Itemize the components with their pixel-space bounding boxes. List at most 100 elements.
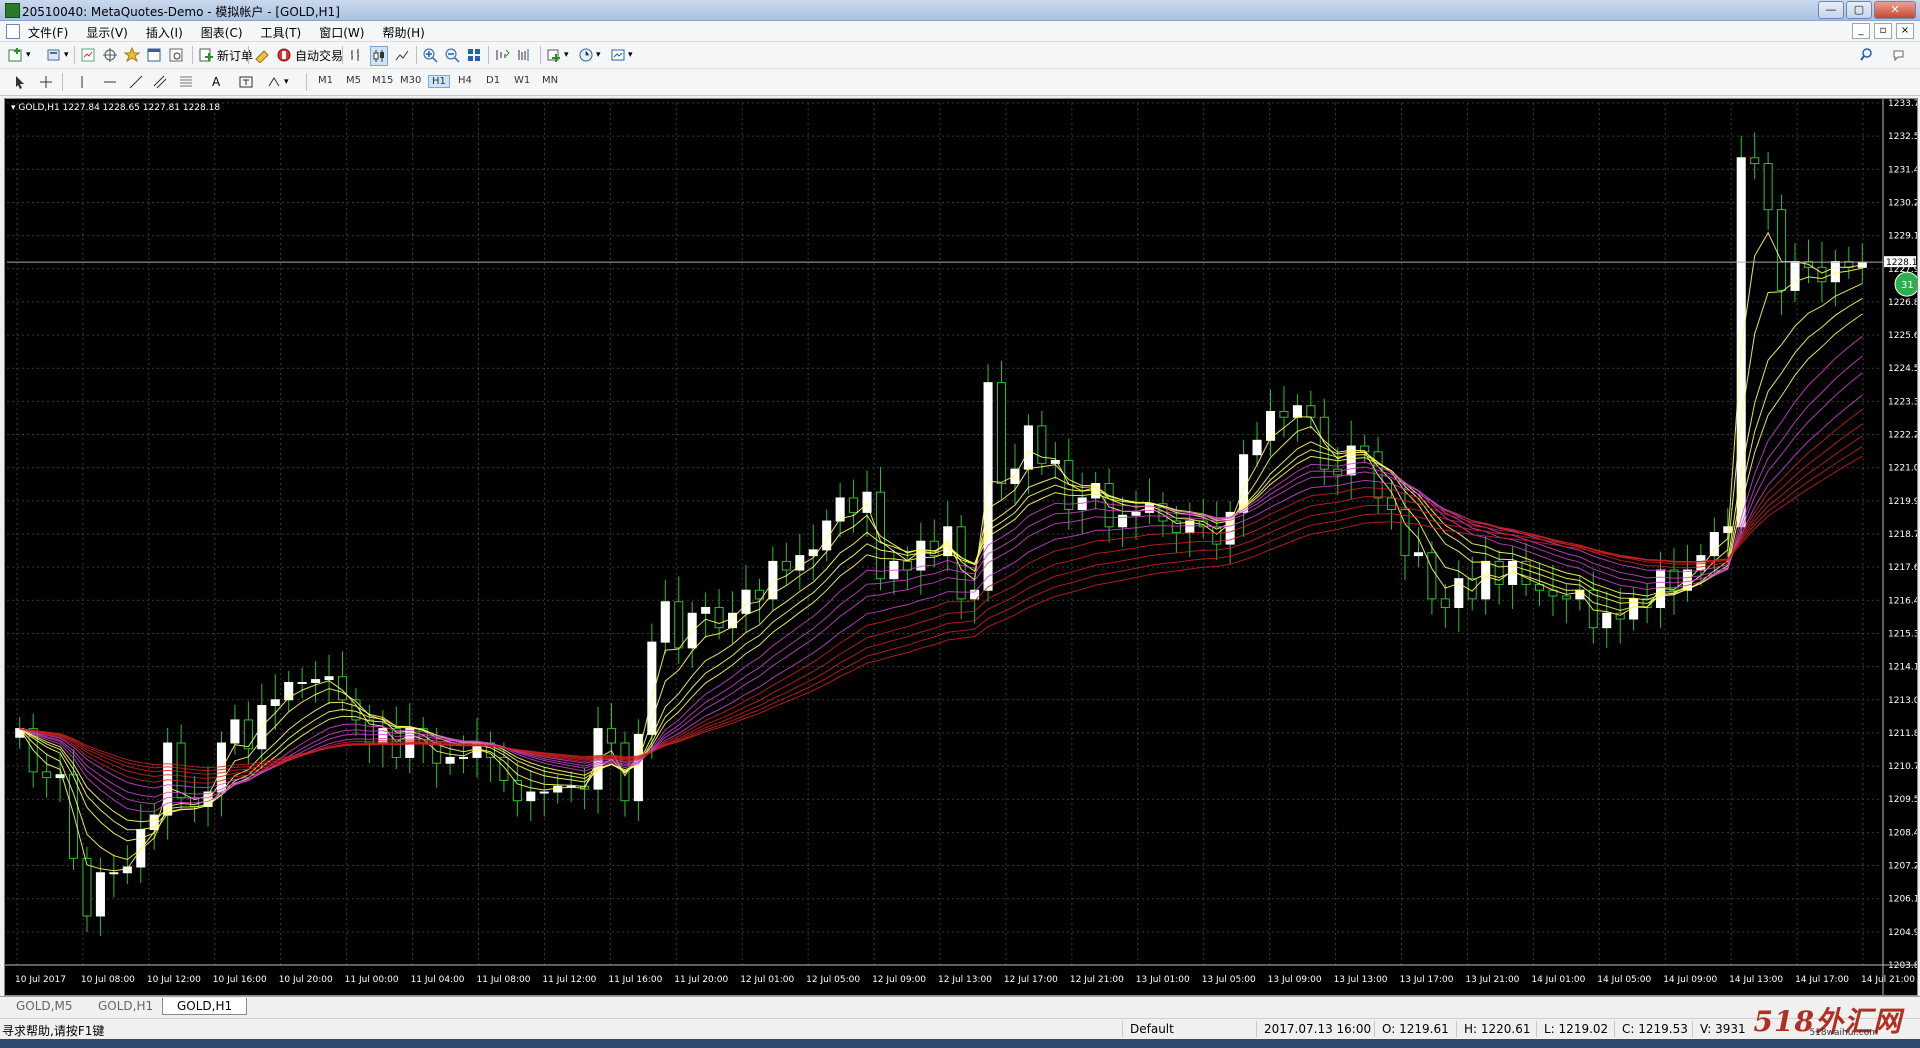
status-bar: 寻求帮助,请按F1键 Default 2017.07.13 16:00 O: 1… (0, 1018, 1920, 1039)
x-tick-label: 11 Jul 20:00 (674, 975, 728, 985)
terminal-button[interactable] (146, 46, 162, 64)
y-tick-label: 1222.20 (1888, 431, 1917, 441)
tab-gold-h1[interactable]: GOLD,H1 (84, 998, 167, 1014)
maximize-button[interactable]: ▢ (1846, 1, 1872, 19)
template-icon (611, 49, 625, 61)
app-icon (5, 3, 20, 18)
menu-view[interactable]: 显示(V) (86, 24, 128, 41)
crosshair-target-icon (103, 48, 117, 62)
zoom-out-button[interactable] (444, 46, 460, 64)
timeframe-m1[interactable]: M1 (318, 75, 333, 86)
timeframe-h4[interactable]: H4 (458, 75, 472, 86)
tab-gold-h1-active[interactable]: GOLD,H1 (162, 998, 248, 1015)
ema-line-50 (19, 455, 1863, 769)
ema-line-35 (19, 423, 1863, 779)
metaeditor-button[interactable] (254, 46, 270, 64)
bear-candle (432, 742, 442, 764)
x-tick-label: 14 Jul 13:00 (1729, 975, 1783, 985)
x-tick-label: 12 Jul 13:00 (938, 975, 992, 985)
trendline-tool[interactable] (128, 73, 144, 91)
y-tick-label: 1223.35 (1888, 397, 1917, 407)
zoom-in-button[interactable] (422, 46, 438, 64)
new-chart-button[interactable]: ▾ (8, 46, 31, 64)
bull-candle (230, 719, 240, 744)
bull-candle (95, 872, 105, 917)
x-tick-label: 14 Jul 17:00 (1795, 975, 1849, 985)
menu-file[interactable]: 文件(F) (28, 24, 68, 41)
templates-button[interactable]: ▾ (610, 46, 633, 64)
close-button[interactable]: ✕ (1874, 1, 1916, 19)
chat-button[interactable] (1892, 46, 1908, 64)
ema-line-45 (19, 446, 1863, 772)
indicators-button[interactable]: ▾ (546, 46, 569, 64)
bear-candle (1750, 157, 1760, 165)
search-icon (1860, 48, 1872, 61)
y-tick-label: 1218.75 (1888, 530, 1917, 540)
y-tick-label: 1207.25 (1888, 862, 1917, 872)
minimize-button[interactable]: — (1818, 1, 1844, 19)
chart-shift-button[interactable] (516, 46, 532, 64)
candlestick-button[interactable] (370, 46, 388, 66)
tab-gold-m5[interactable]: GOLD,M5 (2, 998, 86, 1014)
navigator-button[interactable] (124, 46, 140, 64)
arrows-tool[interactable]: ▾ (266, 73, 289, 91)
current-price-label: 1228.18 (1886, 258, 1917, 268)
crosshair-icon (40, 76, 52, 88)
x-tick-label: 10 Jul 08:00 (81, 975, 135, 985)
autoscroll-button[interactable] (494, 46, 510, 64)
timeframe-h1[interactable]: H1 (428, 75, 450, 88)
cursor-icon (16, 76, 24, 89)
bear-candle (176, 742, 186, 799)
new-order-button[interactable]: 新订单 (198, 46, 253, 64)
fibonacci-tool[interactable] (178, 73, 194, 91)
bull-candle (1050, 459, 1060, 464)
y-tick-label: 1224.50 (1888, 364, 1917, 374)
document-icon[interactable] (6, 24, 20, 39)
mdi-close-button[interactable]: × (1896, 23, 1914, 39)
status-datetime: 2017.07.13 16:00 (1264, 1022, 1372, 1036)
menu-help[interactable]: 帮助(H) (382, 24, 424, 41)
text-label-tool[interactable] (238, 73, 254, 91)
profiles-button[interactable]: ▾ (46, 46, 69, 64)
bear-candle (1306, 405, 1316, 418)
autotrading-button[interactable]: 自动交易 (276, 46, 343, 64)
timeframe-d1[interactable]: D1 (486, 75, 500, 86)
crosshair-tool[interactable] (38, 73, 54, 91)
menu-charts[interactable]: 图表(C) (201, 24, 243, 41)
x-tick-label: 12 Jul 09:00 (872, 975, 926, 985)
timeframe-mn[interactable]: MN (542, 75, 558, 86)
bar-chart-button[interactable] (348, 46, 364, 64)
x-tick-label: 13 Jul 09:00 (1268, 975, 1322, 985)
search-button[interactable] (1860, 46, 1876, 64)
bull-candle (1023, 425, 1033, 470)
tile-windows-button[interactable] (466, 46, 482, 64)
cursor-tool[interactable] (12, 73, 28, 91)
strategy-tester-button[interactable] (168, 46, 184, 64)
menu-window[interactable]: 窗口(W) (319, 24, 364, 41)
data-window-button[interactable] (102, 46, 118, 64)
line-chart-button[interactable] (394, 46, 410, 64)
market-watch-button[interactable] (80, 46, 96, 64)
y-tick-label: 1203.80 (1888, 961, 1917, 971)
timeframe-m5[interactable]: M5 (346, 75, 361, 86)
status-volume: V: 3931 (1700, 1022, 1746, 1036)
periods-button[interactable]: ▾ (578, 46, 601, 64)
bear-candle (42, 771, 52, 779)
channel-tool[interactable] (152, 73, 168, 91)
horizontal-line-tool[interactable] (102, 73, 118, 91)
chart-tabs: GOLD,M5 GOLD,H1 GOLD,H1 (0, 996, 1920, 1017)
menu-insert[interactable]: 插入(I) (146, 24, 183, 41)
text-tool[interactable]: A (212, 73, 220, 91)
mdi-restore-button[interactable]: ▫ (1874, 23, 1892, 39)
vertical-line-tool[interactable] (74, 73, 90, 91)
timeframe-w1[interactable]: W1 (514, 75, 530, 86)
y-tick-label: 1204.95 (1888, 928, 1917, 938)
timeframe-m15[interactable]: M15 (372, 75, 393, 86)
mdi-minimize-button[interactable]: _ (1852, 23, 1870, 39)
menu-bar: 文件(F) 显示(V) 插入(I) 图表(C) 工具(T) 窗口(W) 帮助(H… (0, 21, 1920, 42)
dropdown-arrow-icon: ▾ (596, 50, 601, 60)
window-controls: — ▢ ✕ (1818, 1, 1916, 19)
timeframe-m30[interactable]: M30 (400, 75, 421, 86)
price-chart[interactable]: 10 Jul 2017 10 Jul 08:00 10 Jul 12:00 10 Ju… (4, 98, 1918, 996)
menu-tools[interactable]: 工具(T) (261, 24, 302, 41)
